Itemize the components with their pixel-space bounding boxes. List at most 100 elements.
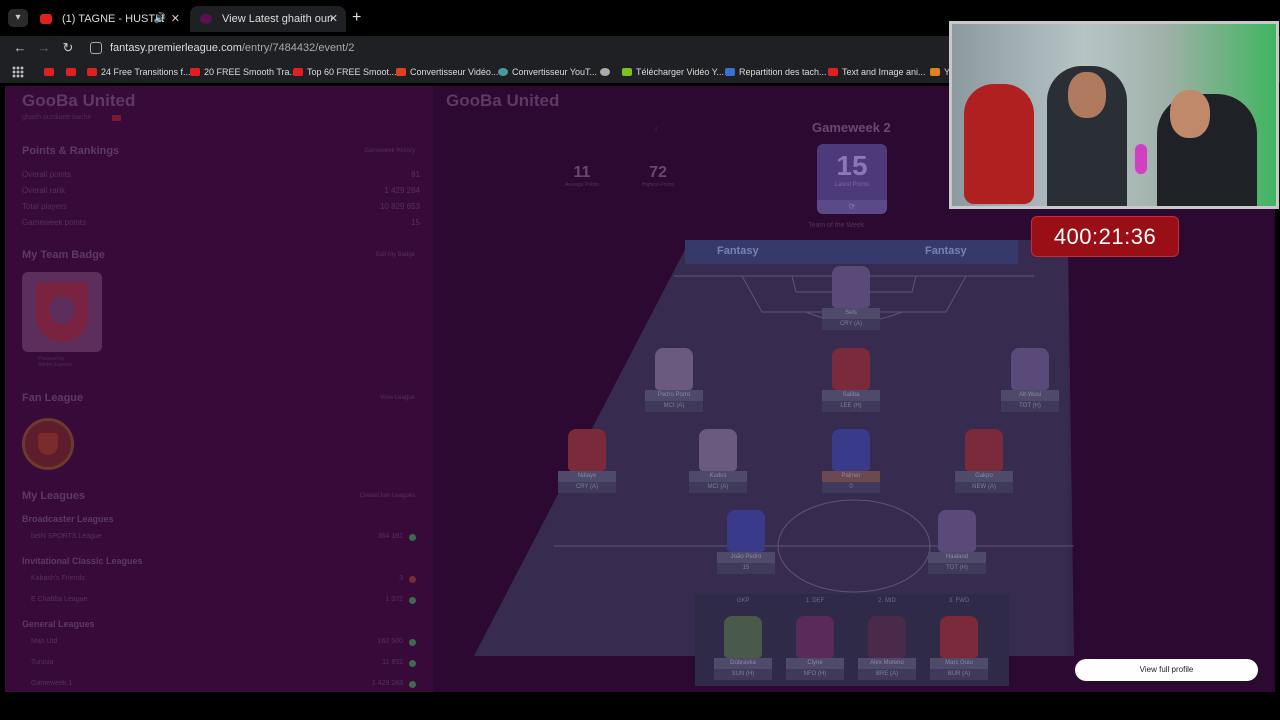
- speaker-icon[interactable]: 🔊: [154, 6, 166, 32]
- my-leagues-heading: My Leagues: [22, 490, 85, 502]
- rank-movement-icon: [409, 681, 416, 688]
- view-full-profile-button[interactable]: View full profile: [1075, 659, 1258, 681]
- player-fixture: 15: [717, 563, 775, 574]
- league-name[interactable]: beIN SPORTS League: [31, 533, 102, 540]
- sidebar-team-name: GooBa United: [22, 91, 136, 110]
- highest-points[interactable]: 72 Highest Points: [633, 164, 683, 188]
- premier-league-icon: [200, 14, 212, 24]
- new-tab-button[interactable]: +: [352, 9, 361, 27]
- youtube-icon: [828, 68, 838, 76]
- player-name: Alex Moreno: [858, 658, 916, 669]
- bookmark-globe[interactable]: [600, 65, 610, 79]
- rank-movement-icon: [409, 576, 416, 583]
- close-tab-icon[interactable]: ✕: [171, 6, 180, 32]
- bookmark-label: Télécharger Vidéo Y...: [636, 67, 725, 77]
- bookmark-youtube-1[interactable]: [44, 65, 54, 79]
- bench-player-card[interactable]: Marc Guiu BUR (A): [930, 616, 988, 680]
- bench-player-card[interactable]: Clyne NFO (H): [786, 616, 844, 680]
- ranking-value: 1 429 284: [384, 186, 420, 195]
- sidebar: GooBa United ghaith ourdiane bachir Poin…: [5, 86, 433, 692]
- bookmark-label: Convertisseur YouT...: [512, 67, 598, 77]
- player-fixture: NEW (A): [955, 482, 1013, 493]
- previous-gameweek-button[interactable]: ‹: [655, 124, 658, 133]
- league-name[interactable]: Tunisia: [31, 659, 53, 666]
- bookmark-item[interactable]: Convertisseur Vidéo...: [396, 65, 498, 79]
- league-name[interactable]: Gameweek 1: [31, 680, 72, 687]
- tab-youtube[interactable]: (1) TAGNE - HUSTLER ft. A.J. 🔊 ✕: [30, 6, 188, 32]
- shirt-icon: [965, 429, 1003, 471]
- player-card[interactable]: Haaland TOT (H): [928, 510, 986, 574]
- bookmark-label: Text and Image ani...: [842, 67, 926, 77]
- player-card[interactable]: Pedro Porro MCI (A): [645, 348, 703, 412]
- rank-movement-icon: [409, 660, 416, 667]
- tab-fpl[interactable]: View Latest ghaith ourdiane b ✕: [190, 6, 346, 32]
- player-fixture: CRY (A): [822, 319, 880, 330]
- bookmark-icon: [930, 68, 940, 76]
- player-name: Marc Guiu: [930, 658, 988, 669]
- powered-by: Powered by Adobe Express: [38, 356, 72, 368]
- apps-grid-icon[interactable]: [12, 66, 24, 78]
- points-rankings-heading: Points & Rankings: [22, 145, 120, 157]
- player-card[interactable]: Ndiaye CRY (A): [558, 429, 616, 493]
- forward-button[interactable]: →: [34, 38, 54, 58]
- reload-button[interactable]: ↻: [58, 38, 78, 58]
- league-name[interactable]: Kabash's Friends: [31, 575, 85, 582]
- gaming-chair: [964, 84, 1034, 204]
- download-icon: [622, 68, 632, 76]
- bookmark-item[interactable]: Télécharger Vidéo Y...: [622, 65, 724, 79]
- bookmark-item[interactable]: 20 FREE Smooth Tra...: [190, 65, 297, 79]
- create-join-leagues-link[interactable]: Create/Join Leagues: [360, 493, 415, 499]
- microphone: [1135, 144, 1147, 174]
- player-name: Pedro Porro: [645, 390, 703, 401]
- player-card[interactable]: João Pedro 15: [717, 510, 775, 574]
- bookmark-item[interactable]: Convertisseur YouT...: [498, 65, 597, 79]
- bench-player-card[interactable]: Alex Moreno BRE (A): [858, 616, 916, 680]
- player-card[interactable]: Saliba LEE (H): [822, 348, 880, 412]
- league-group-title: General Leagues: [22, 619, 95, 629]
- player-card[interactable]: Sels CRY (A): [822, 266, 880, 330]
- back-button[interactable]: ←: [10, 38, 30, 58]
- bookmark-item[interactable]: Top 60 FREE Smoot...: [293, 65, 397, 79]
- youtube-icon: [293, 68, 303, 76]
- league-group-title: Invitational Classic Leagues: [22, 556, 143, 566]
- bookmark-item[interactable]: 24 Free Transitions f...: [87, 65, 191, 79]
- youtube-icon: [44, 68, 54, 76]
- fantasy-brand: Fantasy: [717, 245, 759, 257]
- page-title: GooBa United: [446, 91, 560, 110]
- converter-icon: [498, 68, 508, 76]
- league-name[interactable]: Man Utd: [31, 638, 57, 645]
- address-bar[interactable]: fantasy.premierleague.com/entry/7484432/…: [110, 40, 354, 56]
- edit-badge-link[interactable]: Edit My Badge: [376, 252, 415, 258]
- bookmark-item[interactable]: Repartition des tach...: [725, 65, 827, 79]
- ranking-label: Total players: [22, 202, 67, 211]
- league-name[interactable]: E Chabba League: [31, 596, 87, 603]
- shirt-icon: [832, 348, 870, 390]
- close-tab-icon[interactable]: ✕: [329, 6, 338, 32]
- tab-title: (1) TAGNE - HUSTLER ft. A.J.: [62, 13, 164, 25]
- league-rank: 1 372: [385, 596, 403, 603]
- gameweek-history-link[interactable]: Gameweek History: [364, 148, 415, 154]
- team-badge: [22, 272, 102, 352]
- view-league-link[interactable]: View League: [380, 395, 415, 401]
- shirt-icon: [832, 429, 870, 471]
- player-fixture: SUN (H): [714, 669, 772, 680]
- player-card[interactable]: Alt-Wusi TOT (H): [1001, 348, 1059, 412]
- site-info-icon[interactable]: [90, 42, 102, 54]
- shirt-icon: [727, 510, 765, 552]
- player-name: Haaland: [928, 552, 986, 563]
- player-name: Gakpo: [955, 471, 1013, 482]
- shield-icon: [36, 282, 88, 342]
- player-card[interactable]: Palmer 0: [822, 429, 880, 493]
- bookmark-item[interactable]: Text and Image ani...: [828, 65, 926, 79]
- player-card[interactable]: Kudus MCI (A): [689, 429, 747, 493]
- player-card[interactable]: Gakpo NEW (A): [955, 429, 1013, 493]
- shirt-icon: [699, 429, 737, 471]
- docs-icon: [725, 68, 735, 76]
- manchester-united-crest-icon[interactable]: [22, 418, 74, 470]
- tab-search-button[interactable]: ▾: [8, 9, 28, 27]
- z-icon: [396, 68, 406, 76]
- bench-player-card[interactable]: Dúbravka SUN (H): [714, 616, 772, 680]
- bookmark-youtube-2[interactable]: [66, 65, 76, 79]
- shirt-icon: [568, 429, 606, 471]
- team-of-the-week-link[interactable]: Team of the Week: [808, 222, 864, 229]
